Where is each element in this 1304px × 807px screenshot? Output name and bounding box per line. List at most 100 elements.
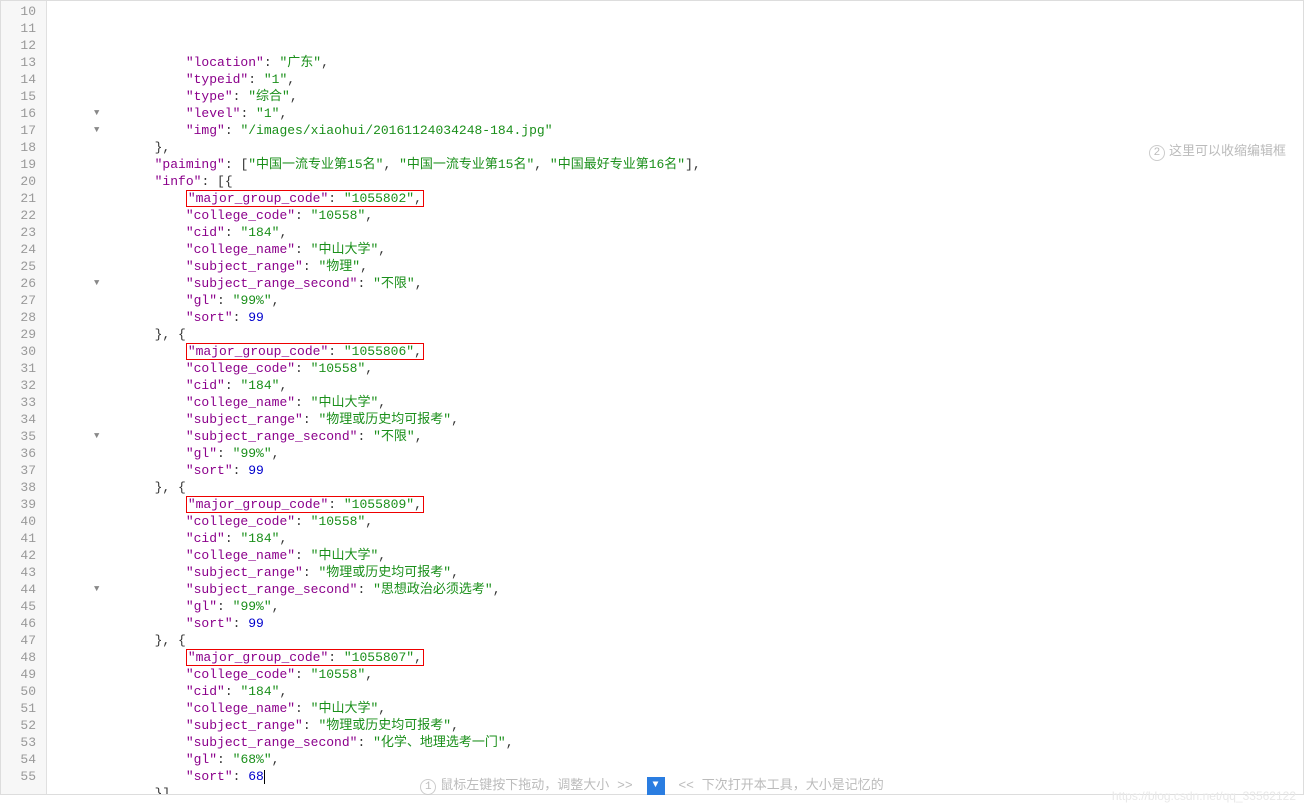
line-number: 27 (1, 292, 36, 309)
line-number: 24 (1, 241, 36, 258)
line-number: 18 (1, 139, 36, 156)
code-line[interactable]: "college_code": "10558", (61, 360, 1303, 377)
code-line[interactable]: "subject_range": "物理或历史均可报考", (61, 411, 1303, 428)
line-number: 34 (1, 411, 36, 428)
code-line[interactable]: "img": "/images/xiaohui/20161124034248-1… (61, 122, 1303, 139)
code-line[interactable]: "subject_range": "物理", (61, 258, 1303, 275)
line-number: 45 (1, 598, 36, 615)
code-line[interactable]: "college_name": "中山大学", (61, 547, 1303, 564)
line-number: 38 (1, 479, 36, 496)
code-line[interactable]: }, { (61, 479, 1303, 496)
code-line[interactable]: "level": "1", (61, 105, 1303, 122)
line-number: 31 (1, 360, 36, 377)
line-number: 13 (1, 54, 36, 71)
line-number: 22 (1, 207, 36, 224)
code-line[interactable]: "subject_range_second": "思想政治必须选考", (61, 581, 1303, 598)
line-number: 20 (1, 173, 36, 190)
code-line[interactable]: "major_group_code": "1055802", (61, 190, 1303, 207)
line-number: 42 (1, 547, 36, 564)
annotation-number-2: 2 (1149, 145, 1165, 161)
highlighted-key: "major_group_code": "1055809", (186, 496, 424, 513)
line-number: 32 (1, 377, 36, 394)
line-number: 53 (1, 734, 36, 751)
highlighted-key: "major_group_code": "1055806", (186, 343, 424, 360)
watermark-text: https://blog.csdn.net/qq_33562122 (1112, 789, 1296, 803)
line-number: 12 (1, 37, 36, 54)
line-number: 25 (1, 258, 36, 275)
code-line[interactable]: "college_code": "10558", (61, 666, 1303, 683)
line-number: 19 (1, 156, 36, 173)
code-line[interactable]: "gl": "99%", (61, 598, 1303, 615)
code-line[interactable]: "subject_range": "物理或历史均可报考", (61, 717, 1303, 734)
code-line[interactable]: "college_name": "中山大学", (61, 700, 1303, 717)
line-number: 28 (1, 309, 36, 326)
code-line[interactable]: "gl": "99%", (61, 292, 1303, 309)
code-line[interactable]: "gl": "68%", (61, 751, 1303, 768)
line-number: 41 (1, 530, 36, 547)
code-line[interactable]: "type": "综合", (61, 88, 1303, 105)
line-number: 11 (1, 20, 36, 37)
code-editor[interactable]: 1011121314151617181920212223242526272829… (0, 0, 1304, 795)
code-line[interactable]: "subject_range_second": "不限", (61, 275, 1303, 292)
line-number: 14 (1, 71, 36, 88)
code-line[interactable]: "cid": "184", (61, 530, 1303, 547)
line-number: 51 (1, 700, 36, 717)
code-area[interactable]: ▼▼▼▼▼ "location": "广东", "typeid": "1", "… (47, 1, 1303, 794)
code-line[interactable]: "subject_range_second": "不限", (61, 428, 1303, 445)
code-line[interactable]: "college_code": "10558", (61, 207, 1303, 224)
code-line[interactable]: }, (61, 139, 1303, 156)
line-number: 37 (1, 462, 36, 479)
line-number: 48 (1, 649, 36, 666)
line-number: 43 (1, 564, 36, 581)
code-line[interactable]: "college_name": "中山大学", (61, 394, 1303, 411)
line-number: 33 (1, 394, 36, 411)
code-line[interactable]: "college_name": "中山大学", (61, 241, 1303, 258)
code-line[interactable]: "gl": "99%", (61, 445, 1303, 462)
line-number: 30 (1, 343, 36, 360)
code-line[interactable]: "paiming": ["中国一流专业第15名", "中国一流专业第15名", … (61, 156, 1303, 173)
code-line[interactable]: "sort": 99 (61, 615, 1303, 632)
line-number: 46 (1, 615, 36, 632)
code-line[interactable]: }, { (61, 632, 1303, 649)
highlighted-key: "major_group_code": "1055802", (186, 190, 424, 207)
line-number: 10 (1, 3, 36, 20)
line-number: 39 (1, 496, 36, 513)
code-line[interactable]: "major_group_code": "1055807", (61, 649, 1303, 666)
line-number: 17 (1, 122, 36, 139)
code-line[interactable]: }, { (61, 326, 1303, 343)
line-number: 47 (1, 632, 36, 649)
line-number: 40 (1, 513, 36, 530)
code-line[interactable]: "cid": "184", (61, 683, 1303, 700)
annotation-number-1: 1 (420, 779, 436, 795)
code-line[interactable]: "subject_range_second": "化学、地理选考一门", (61, 734, 1303, 751)
line-number: 52 (1, 717, 36, 734)
code-line[interactable]: "major_group_code": "1055809", (61, 496, 1303, 513)
code-line[interactable]: "typeid": "1", (61, 71, 1303, 88)
annotation-resize-hint: 1鼠标左键按下拖动，调整大小 >> ▼ << 下次打开本工具，大小是记忆的 (0, 774, 1304, 795)
line-number: 29 (1, 326, 36, 343)
line-number: 16 (1, 105, 36, 122)
line-number: 44 (1, 581, 36, 598)
code-line[interactable]: "cid": "184", (61, 224, 1303, 241)
highlighted-key: "major_group_code": "1055807", (186, 649, 424, 666)
line-number: 26 (1, 275, 36, 292)
line-number: 21 (1, 190, 36, 207)
line-number: 36 (1, 445, 36, 462)
code-line[interactable]: "subject_range": "物理或历史均可报考", (61, 564, 1303, 581)
code-line[interactable]: "info": [{ (61, 173, 1303, 190)
code-line[interactable]: "college_code": "10558", (61, 513, 1303, 530)
code-line[interactable]: "major_group_code": "1055806", (61, 343, 1303, 360)
annotation-collapse-hint: 2这里可以收缩编辑框 (1149, 140, 1286, 161)
line-number: 15 (1, 88, 36, 105)
code-line[interactable]: "sort": 99 (61, 309, 1303, 326)
line-number: 50 (1, 683, 36, 700)
code-line[interactable]: "sort": 99 (61, 462, 1303, 479)
line-number: 54 (1, 751, 36, 768)
line-number-gutter: 1011121314151617181920212223242526272829… (1, 1, 47, 794)
dropdown-icon[interactable]: ▼ (647, 777, 665, 795)
line-number: 49 (1, 666, 36, 683)
line-number: 23 (1, 224, 36, 241)
line-number: 35 (1, 428, 36, 445)
code-line[interactable]: "cid": "184", (61, 377, 1303, 394)
code-line[interactable]: "location": "广东", (61, 54, 1303, 71)
